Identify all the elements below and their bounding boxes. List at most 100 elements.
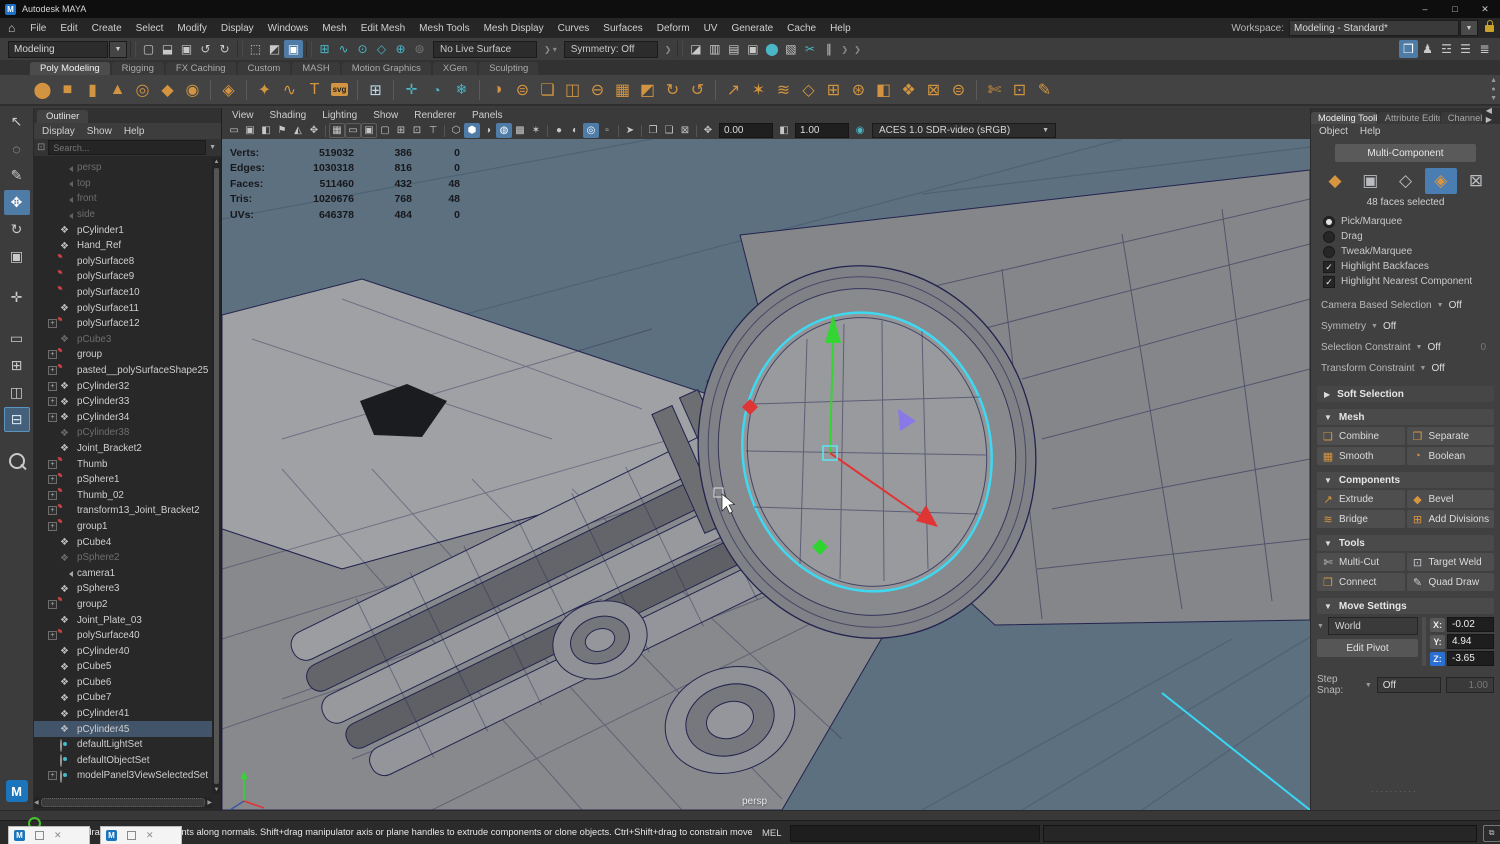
outliner-item-defaultlightset[interactable]: defaultLightSet (34, 737, 212, 753)
wireframe-icon[interactable]: ⬡ (448, 123, 464, 138)
field-chart-icon[interactable]: ⊞ (393, 123, 409, 138)
cut-icon[interactable]: ✂ (800, 40, 819, 58)
multi-mode-icon[interactable]: ⊠ (1460, 168, 1492, 194)
outliner-item-pcube3[interactable]: ❖pCube3 (34, 332, 212, 348)
outliner-item-group1[interactable]: +group1 (34, 519, 212, 535)
multi-cut-icon[interactable]: ✄ (982, 77, 1007, 102)
workspace-caret-icon[interactable]: ▼ (1460, 20, 1478, 36)
shelf-tab-sculpting[interactable]: Sculpting (479, 62, 538, 75)
menu-set-selector[interactable]: Modeling (8, 41, 108, 58)
expand-icon[interactable]: + (48, 319, 57, 328)
shelf-tab-motion-graphics[interactable]: Motion Graphics (342, 62, 431, 75)
menu-generate[interactable]: Generate (724, 23, 780, 34)
outliner-item-pcylinder33[interactable]: +❖pCylinder33 (34, 394, 212, 410)
exposure-icon[interactable]: ✥ (700, 123, 716, 138)
checkbox-icon[interactable]: ✓ (1323, 261, 1335, 273)
outliner-item-pasted-polysurfaceshape25[interactable]: +pasted__polySurfaceShape25 (34, 363, 212, 379)
checkbox-highlight-backfaces[interactable]: ✓Highlight Backfaces (1317, 259, 1494, 274)
menu-mesh-display[interactable]: Mesh Display (477, 23, 551, 34)
poke-icon[interactable]: ◧ (871, 77, 896, 102)
bridge-button[interactable]: ≋Bridge (1317, 510, 1405, 528)
menu-deform[interactable]: Deform (650, 23, 697, 34)
menu-surfaces[interactable]: Surfaces (596, 23, 649, 34)
taskbar-window-tab[interactable]: M ✕ (100, 826, 182, 844)
caret-icon[interactable]: ▼ (1371, 323, 1378, 330)
close-tab-icon[interactable]: ✕ (146, 830, 154, 841)
ao-icon[interactable]: ✶ (528, 123, 544, 138)
outliner-item-front[interactable]: front (34, 191, 212, 207)
scale-tool[interactable]: ▣ (4, 244, 30, 269)
menu-mesh-tools[interactable]: Mesh Tools (412, 23, 476, 34)
character-controls-toggle[interactable]: ♟ (1418, 40, 1437, 58)
snap-grid-icon[interactable]: ⊞ (315, 40, 334, 58)
layout-single-pane[interactable]: ▭ (4, 326, 30, 351)
menu-select[interactable]: Select (129, 23, 171, 34)
dropdown-symmetry[interactable]: Symmetry▼Off (1317, 316, 1494, 337)
toolkit-menu-object[interactable]: Object (1319, 126, 1348, 137)
undo-icon[interactable]: ↺ (196, 40, 215, 58)
modeling-panel-icon[interactable]: ⊞ (363, 77, 388, 102)
spin-edge-back-icon[interactable]: ↺ (685, 77, 710, 102)
connect-button[interactable]: ❒Connect (1317, 573, 1405, 591)
backface-icon[interactable]: ◐ (567, 123, 583, 138)
curve-tool-icon[interactable]: ∿ (277, 77, 302, 102)
ipr-render-icon[interactable]: ▥ (705, 40, 724, 58)
section-header-mesh[interactable]: ▼Mesh (1317, 409, 1494, 425)
svg-tool-icon[interactable]: svg (331, 83, 348, 96)
script-editor-icon[interactable]: ⧉ (1483, 825, 1500, 842)
exposure-field[interactable]: 0.00 (719, 123, 773, 138)
outliner-item-pcube7[interactable]: ❖pCube7 (34, 690, 212, 706)
expand-icon[interactable]: + (48, 522, 57, 531)
search-caret-icon[interactable]: ▼ (209, 144, 218, 151)
xray-icon[interactable]: ● (551, 123, 567, 138)
viewport-menu-renderer[interactable]: Renderer (414, 110, 456, 121)
expand-icon[interactable]: + (48, 413, 57, 422)
poly-sphere-icon[interactable]: ⬤ (30, 77, 55, 102)
outliner-item-defaultobjectset[interactable]: defaultObjectSet (34, 753, 212, 769)
bookmark-icon[interactable]: ⚑ (274, 123, 290, 138)
radio-pick-marquee[interactable]: Pick/Marquee (1317, 214, 1494, 229)
extrude-options-icon[interactable]: ✶ (746, 77, 771, 102)
outliner-menu-help[interactable]: Help (124, 126, 145, 137)
layout-outliner-persp[interactable]: ⊟ (4, 407, 30, 432)
search-input[interactable] (48, 140, 206, 155)
outliner-menu-display[interactable]: Display (42, 126, 75, 137)
viewport-menu-view[interactable]: View (232, 110, 254, 121)
duplicate-face-icon[interactable]: ❖ (896, 77, 921, 102)
combine-icon[interactable]: ⊜ (510, 77, 535, 102)
paint-effects-icon[interactable]: ▧ (781, 40, 800, 58)
menu-create[interactable]: Create (85, 23, 129, 34)
tab-channel[interactable]: Channel (1441, 112, 1482, 124)
shelf-tab-mash[interactable]: MASH (292, 62, 339, 75)
render-sequence-icon[interactable]: ▣ (743, 40, 762, 58)
outliner-item-polysurface9[interactable]: polySurface9 (34, 269, 212, 285)
gamma-icon[interactable]: ◧ (776, 123, 792, 138)
mirror-icon[interactable]: ◑ (485, 77, 510, 102)
outliner-menu-show[interactable]: Show (87, 126, 112, 137)
close-tab-icon[interactable]: ✕ (54, 830, 62, 841)
expand-icon[interactable]: + (48, 397, 57, 406)
outliner-item-polysurface10[interactable]: polySurface10 (34, 285, 212, 301)
menu-display[interactable]: Display (214, 23, 261, 34)
add-divisions-button[interactable]: ⊞Add Divisions (1407, 510, 1495, 528)
menu-edit-mesh[interactable]: Edit Mesh (354, 23, 412, 34)
object-mode-icon[interactable]: ◆ (1319, 168, 1351, 194)
outliner-item-joint-plate-03[interactable]: ❖Joint_Plate_03 (34, 612, 212, 628)
dropdown-selection-constraint[interactable]: Selection Constraint▼Off0 (1317, 337, 1494, 358)
isolate-select-icon[interactable]: ◎ (583, 123, 599, 138)
menu-help[interactable]: Help (823, 23, 858, 34)
rotate-tool[interactable]: ↻ (4, 217, 30, 242)
open-scene-icon[interactable]: ⬓ (158, 40, 177, 58)
outliner-item-group2[interactable]: +group2 (34, 597, 212, 613)
outliner-item-hand-ref[interactable]: ❖Hand_Ref (34, 238, 212, 254)
wedge-icon[interactable]: ⊛ (846, 77, 871, 102)
menu-uv[interactable]: UV (697, 23, 725, 34)
symmetry-field[interactable]: Symmetry: Off (564, 41, 658, 58)
attribute-editor-toggle[interactable]: ☲ (1437, 40, 1456, 58)
axis-value-field[interactable]: 4.94 (1447, 634, 1494, 649)
make-live-icon[interactable]: ⊚ (410, 40, 429, 58)
viewport-menu-show[interactable]: Show (373, 110, 398, 121)
outliner-item-polysurface11[interactable]: ❖polySurface11 (34, 300, 212, 316)
modeling-toolkit-toggle[interactable]: ❒ (1399, 40, 1418, 58)
outliner-item-thumb[interactable]: +Thumb (34, 456, 212, 472)
